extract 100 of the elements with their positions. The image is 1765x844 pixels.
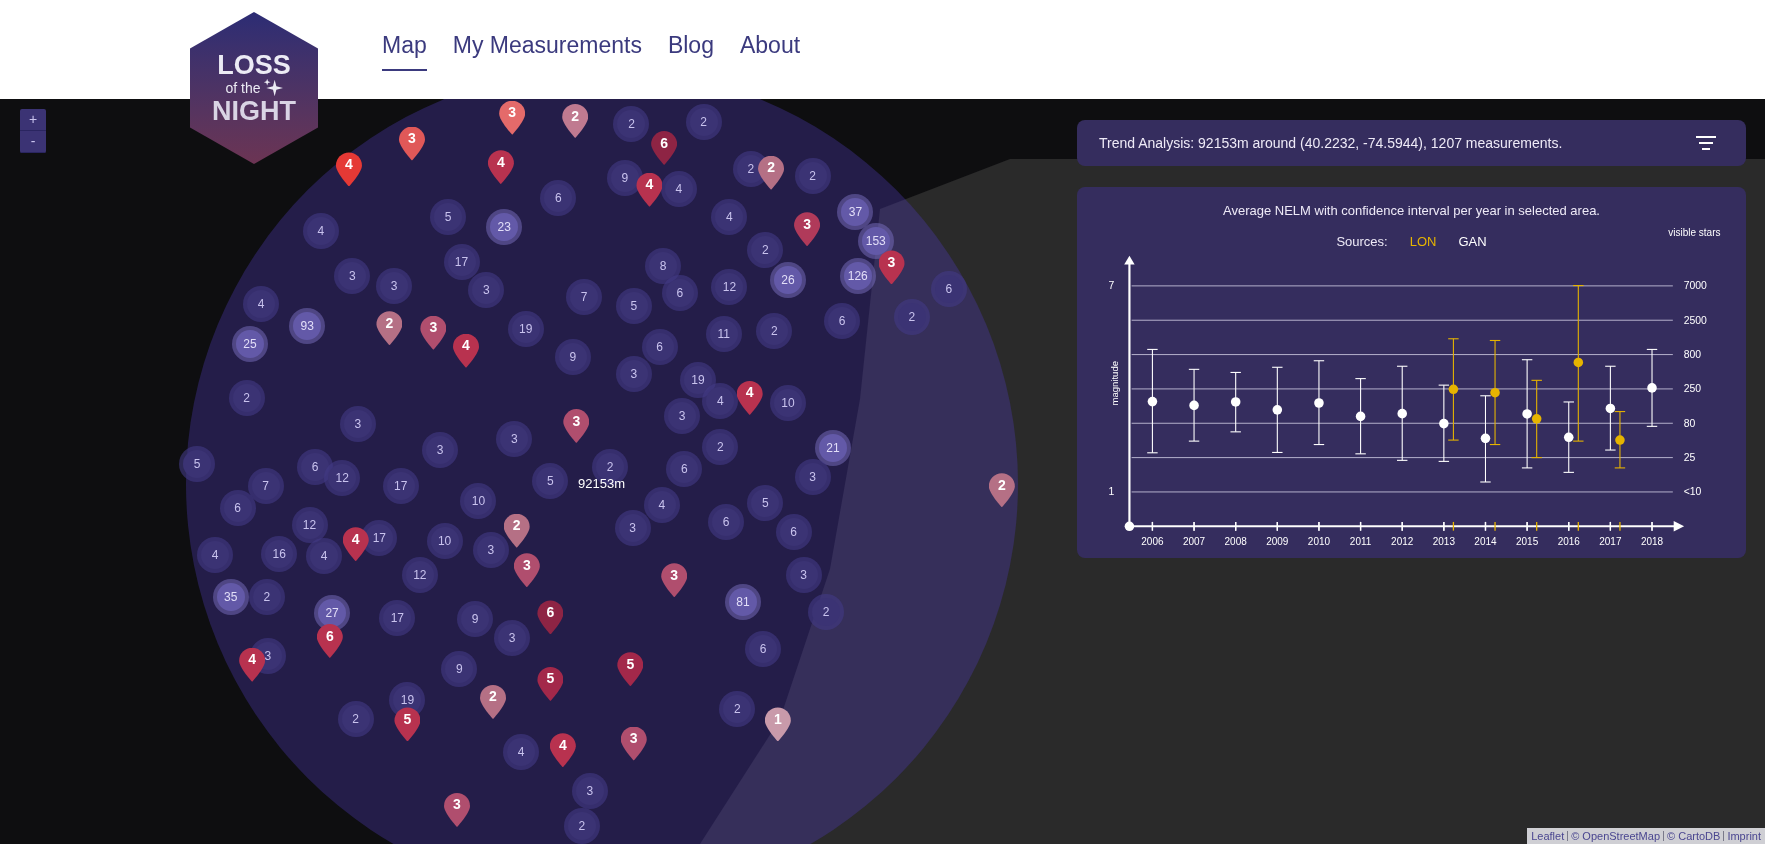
cluster-marker[interactable]: 81: [728, 588, 757, 617]
attribution-link[interactable]: Leaflet: [1531, 827, 1565, 844]
cluster-marker[interactable]: 3: [668, 402, 697, 431]
map-pin[interactable]: 4: [453, 333, 479, 368]
cluster-marker[interactable]: 9: [558, 342, 587, 371]
cluster-marker[interactable]: 2: [751, 235, 780, 264]
cluster-marker[interactable]: 2: [617, 109, 646, 138]
cluster-marker[interactable]: 17: [383, 603, 412, 632]
map-pin[interactable]: 3: [794, 212, 821, 247]
cluster-marker[interactable]: 19: [683, 366, 712, 395]
cluster-marker[interactable]: 35: [216, 582, 245, 611]
cluster-marker[interactable]: 6: [827, 306, 856, 335]
cluster-marker[interactable]: 12: [405, 561, 434, 590]
map-pin[interactable]: 2: [503, 513, 530, 548]
cluster-marker[interactable]: 3: [343, 410, 372, 439]
cluster-marker[interactable]: 19: [511, 314, 540, 343]
cluster-marker[interactable]: 3: [472, 276, 501, 305]
cluster-marker[interactable]: 4: [247, 289, 276, 318]
cluster-marker[interactable]: 93: [293, 312, 322, 341]
map-pin[interactable]: 3: [444, 792, 470, 827]
map-pin[interactable]: 6: [316, 624, 343, 659]
cluster-marker[interactable]: 4: [306, 216, 335, 245]
cluster-marker[interactable]: 16: [265, 539, 294, 568]
map-pin[interactable]: 5: [537, 666, 564, 701]
cluster-marker[interactable]: 9: [445, 654, 474, 683]
nav-link[interactable]: Map: [382, 28, 427, 71]
cluster-marker[interactable]: 6: [301, 453, 330, 482]
cluster-marker[interactable]: 12: [295, 510, 324, 539]
map-pin[interactable]: 3: [563, 409, 590, 444]
nav-link[interactable]: About: [739, 28, 801, 71]
cluster-marker[interactable]: 2: [760, 316, 789, 345]
cluster-marker[interactable]: 37: [841, 197, 870, 226]
map-pin[interactable]: 3: [398, 126, 425, 161]
cluster-marker[interactable]: 2: [723, 695, 752, 724]
map-pin[interactable]: 2: [758, 155, 785, 190]
cluster-marker[interactable]: 6: [665, 278, 694, 307]
cluster-marker[interactable]: 3: [338, 261, 367, 290]
filter-icon[interactable]: [1696, 136, 1716, 150]
cluster-marker[interactable]: 12: [715, 273, 744, 302]
cluster-marker[interactable]: 7: [570, 283, 599, 312]
map-pin[interactable]: 3: [513, 553, 540, 588]
legend-item[interactable]: LON: [1409, 231, 1437, 252]
map-pin[interactable]: 6: [651, 131, 678, 166]
cluster-marker[interactable]: 8: [649, 251, 677, 280]
cluster-marker[interactable]: 9: [610, 163, 639, 192]
cluster-marker[interactable]: 3: [476, 536, 505, 565]
attribution-link[interactable]: Imprint: [1727, 827, 1761, 844]
map-pin[interactable]: 6: [537, 600, 564, 635]
cluster-marker[interactable]: 4: [310, 542, 339, 571]
map-pin[interactable]: 4: [487, 150, 514, 185]
cluster-marker[interactable]: 4: [664, 175, 693, 204]
map-pin[interactable]: 5: [394, 707, 421, 742]
cluster-marker[interactable]: 23: [490, 213, 519, 242]
legend-item[interactable]: GAN: [1458, 231, 1487, 252]
cluster-marker[interactable]: 5: [434, 203, 462, 232]
map-pin[interactable]: 3: [620, 726, 647, 761]
cluster-marker[interactable]: 7: [251, 472, 280, 501]
nav-link[interactable]: My Measurements: [452, 28, 642, 71]
cluster-marker[interactable]: 27: [318, 599, 347, 628]
cluster-marker[interactable]: 6: [670, 455, 699, 484]
nav-link[interactable]: Blog: [667, 28, 714, 71]
cluster-marker[interactable]: 6: [779, 518, 808, 547]
map-pin[interactable]: 3: [661, 563, 688, 598]
cluster-marker[interactable]: 6: [645, 332, 674, 361]
cluster-marker[interactable]: 3: [498, 624, 527, 653]
cluster-marker[interactable]: 2: [689, 107, 718, 136]
cluster-marker[interactable]: 26: [773, 266, 802, 295]
map-pin[interactable]: 4: [736, 380, 763, 415]
map-pin[interactable]: 4: [636, 172, 663, 207]
cluster-marker[interactable]: 21: [818, 434, 847, 462]
cluster-marker[interactable]: 5: [183, 449, 211, 478]
cluster-marker[interactable]: 4: [201, 540, 229, 569]
cluster-marker[interactable]: 17: [365, 524, 394, 553]
cluster-marker[interactable]: 2: [232, 384, 261, 413]
cluster-marker[interactable]: 3: [618, 513, 647, 542]
cluster-marker[interactable]: 3: [798, 463, 827, 492]
cluster-marker[interactable]: 12: [328, 464, 357, 493]
map-pin[interactable]: 3: [420, 315, 447, 350]
map-pin[interactable]: 5: [617, 652, 644, 687]
cluster-marker[interactable]: 153: [861, 226, 890, 255]
cluster-marker[interactable]: 3: [379, 271, 408, 300]
cluster-marker[interactable]: 10: [464, 486, 493, 515]
cluster-marker[interactable]: 11: [709, 320, 738, 349]
map-pin[interactable]: 2: [376, 311, 403, 346]
cluster-marker[interactable]: 25: [235, 330, 264, 359]
cluster-marker[interactable]: 126: [843, 261, 872, 290]
cluster-marker[interactable]: 5: [751, 489, 780, 518]
cluster-marker[interactable]: 17: [447, 248, 476, 277]
attribution-link[interactable]: © CartoDB: [1667, 827, 1721, 844]
cluster-marker[interactable]: 4: [647, 491, 676, 520]
map-pin[interactable]: 4: [239, 647, 266, 682]
cluster-marker[interactable]: 2: [706, 432, 735, 461]
cluster-marker[interactable]: 9: [461, 605, 489, 634]
cluster-marker[interactable]: 4: [706, 386, 735, 415]
attribution-link[interactable]: © OpenStreetMap: [1571, 827, 1661, 844]
cluster-marker[interactable]: 3: [789, 561, 818, 590]
cluster-marker[interactable]: 2: [252, 582, 281, 611]
map-pin[interactable]: 4: [342, 527, 369, 562]
cluster-marker[interactable]: 6: [544, 184, 573, 213]
map-pin[interactable]: 4: [549, 733, 576, 768]
